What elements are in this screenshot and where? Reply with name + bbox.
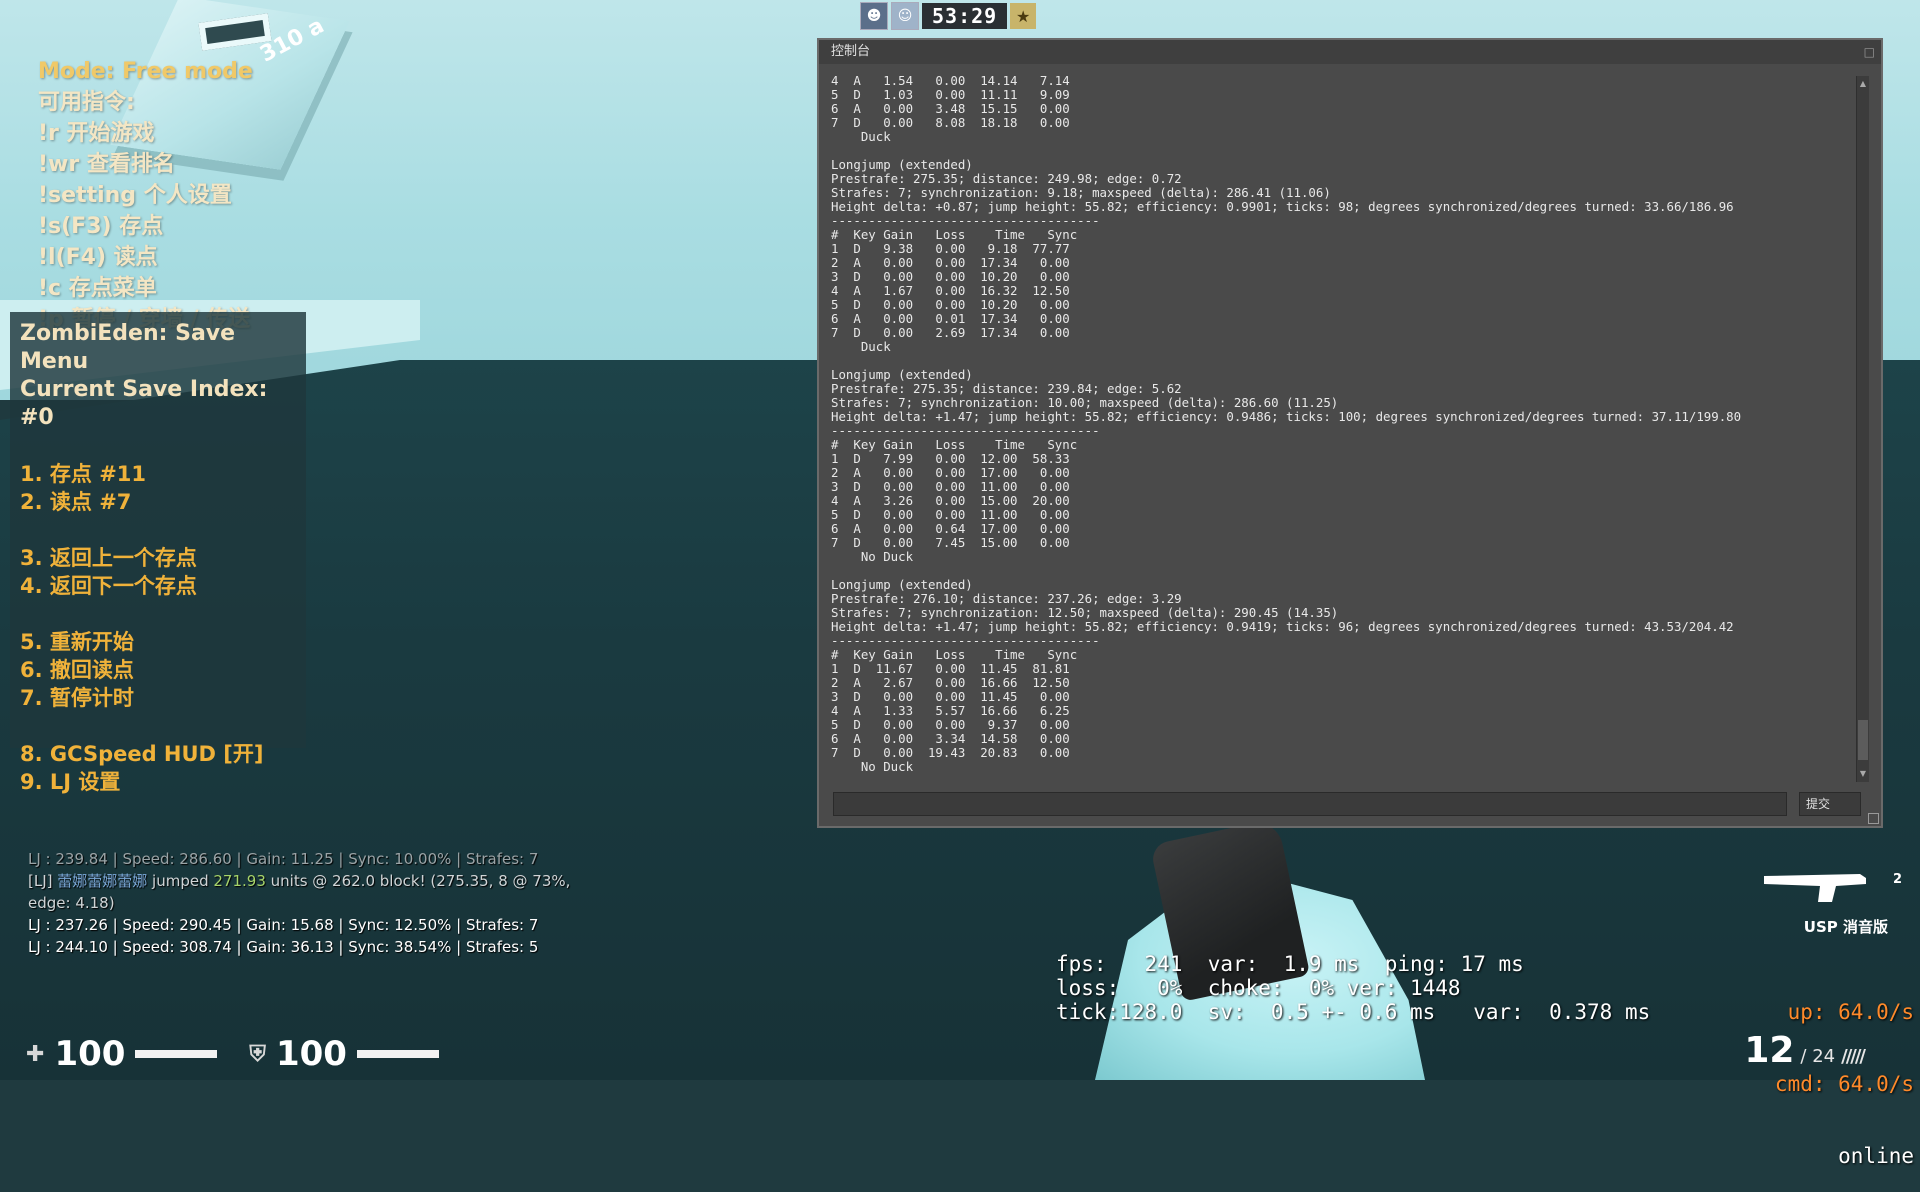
- log-line: LJ : 237.26 | Speed: 290.45 | Gain: 15.6…: [28, 916, 539, 934]
- rank-star-icon: ★: [1010, 3, 1037, 29]
- help-line: !r 开始游戏: [38, 121, 155, 146]
- scroll-thumb[interactable]: [1858, 720, 1868, 760]
- weapon-slot: 2: [1892, 872, 1902, 887]
- log-tag: [LJ]: [28, 872, 58, 890]
- help-line: 可用指令:: [38, 90, 135, 115]
- clip-marks: /////: [1841, 1046, 1866, 1067]
- save-index: Current Save Index: #0: [20, 377, 268, 430]
- net-status: online: [1838, 1144, 1914, 1168]
- net-up-rate: up: 64.0/s: [1787, 1000, 1914, 1024]
- ammo-clip: 12: [1744, 1030, 1795, 1071]
- menu-item-load[interactable]: 2. 读点 #7: [20, 488, 296, 516]
- menu-item-next-save[interactable]: 4. 返回下一个存点: [20, 572, 296, 600]
- round-timer: 53:29: [922, 3, 1008, 29]
- scroll-down-icon[interactable]: ▼: [1858, 768, 1868, 780]
- menu-item-gcspeed-hud[interactable]: 8. GCSpeed HUD [开]: [20, 740, 296, 768]
- help-line: !c 存点菜单: [38, 276, 157, 301]
- health-cross-icon: ✚: [26, 1041, 45, 1067]
- log-text: jumped: [147, 872, 214, 890]
- help-line: !wr 查看排名: [38, 152, 175, 177]
- ammo-reserve: / 24: [1800, 1046, 1836, 1067]
- submit-button[interactable]: 提交: [1799, 792, 1861, 816]
- net-graph: fps: 241 var: 1.9 ms ping: 17 ms loss: 0…: [1056, 952, 1651, 1024]
- menu-item-prev-save[interactable]: 3. 返回上一个存点: [20, 544, 296, 572]
- menu-item-lj-settings[interactable]: 9. LJ 设置: [20, 768, 296, 796]
- weapon-panel: 2 USP 消音版: [1742, 866, 1902, 976]
- menu-item-restart[interactable]: 5. 重新开始: [20, 628, 296, 656]
- free-mode-help: Mode: Free mode 可用指令: !r 开始游戏 !wr 查看排名 !…: [38, 56, 253, 335]
- console-scrollbar[interactable]: ▲ ▼: [1856, 76, 1869, 782]
- resize-handle-icon[interactable]: [1868, 813, 1879, 824]
- help-line: !l(F4) 读点: [38, 245, 158, 270]
- help-line: !setting 个人设置: [38, 183, 232, 208]
- health-bar: [135, 1050, 218, 1058]
- mode-title: Mode: Free mode: [38, 59, 253, 84]
- console-titlebar[interactable]: 控制台 □: [819, 40, 1881, 64]
- scroll-up-icon[interactable]: ▲: [1858, 78, 1868, 90]
- save-menu: ZombiEden: Save Menu Current Save Index:…: [10, 312, 306, 794]
- console-title: 控制台: [831, 44, 871, 59]
- net-graph-rates: up: 64.0/s cmd: 64.0/s online: [1775, 952, 1914, 1192]
- top-scoreboard: ☻ ☺ 53:29 ★: [860, 2, 1037, 30]
- log-line: edge: 4.18): [28, 894, 115, 912]
- console-input[interactable]: [833, 792, 1787, 816]
- player-avatar-icon: ☻: [860, 2, 888, 30]
- ammo-counter: 12 / 24 /////: [1744, 1030, 1866, 1071]
- log-line: [LJ] 蕾娜蕾娜蕾娜 jumped 271.93 units @ 262.0 …: [28, 870, 570, 892]
- help-line: !s(F3) 存点: [38, 214, 164, 239]
- player-avatar-icon: ☺: [891, 2, 919, 30]
- menu-item-undo-load[interactable]: 6. 撤回读点: [20, 656, 296, 684]
- armor-bar: [356, 1050, 439, 1058]
- health-armor-hud: ✚ 100 ⛨ 100: [26, 1034, 439, 1074]
- menu-item-pause-timer[interactable]: 7. 暂停计时: [20, 684, 296, 712]
- console-output: 4 A 1.54 0.00 14.14 7.14 5 D 1.03 0.00 1…: [827, 74, 1861, 780]
- jump-log: LJ : 239.84 | Speed: 286.60 | Gain: 11.2…: [28, 848, 570, 958]
- health-value: 100: [54, 1034, 126, 1074]
- player-name: 蕾娜蕾娜蕾娜: [57, 872, 148, 890]
- log-line: LJ : 244.10 | Speed: 308.74 | Gain: 36.1…: [28, 938, 539, 956]
- log-text: units @ 262.0 block! (275.35, 8 @ 73%,: [265, 872, 571, 890]
- menu-item-save[interactable]: 1. 存点 #11: [20, 460, 296, 488]
- weapon-name: USP 消音版: [1803, 918, 1888, 936]
- save-menu-title: ZombiEden: Save Menu: [20, 321, 236, 374]
- armor-shield-icon: ⛨: [249, 1041, 266, 1067]
- jump-distance: 271.93: [213, 872, 266, 890]
- console-window[interactable]: 控制台 □ 4 A 1.54 0.00 14.14 7.14 5 D 1.03 …: [817, 38, 1883, 828]
- armor-value: 100: [275, 1034, 347, 1074]
- pistol-icon: [1764, 874, 1866, 902]
- net-cmd-rate: cmd: 64.0/s: [1774, 1072, 1914, 1096]
- log-line: LJ : 239.84 | Speed: 286.60 | Gain: 11.2…: [28, 850, 539, 868]
- close-icon[interactable]: □: [1864, 40, 1875, 64]
